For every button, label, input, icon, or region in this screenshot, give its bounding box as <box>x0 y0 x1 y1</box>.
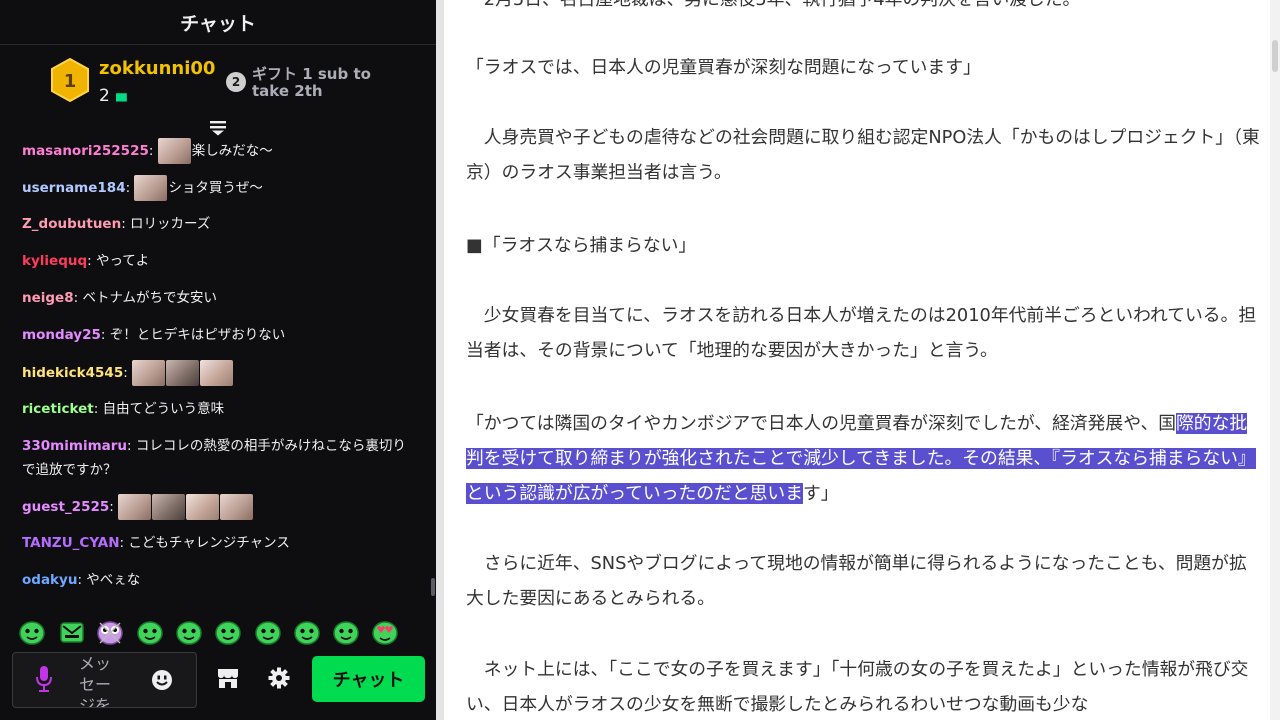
chat-username[interactable]: username184 <box>22 180 126 196</box>
chat-separator: : <box>93 401 103 417</box>
chat-separator: : <box>100 327 110 343</box>
chat-message: username184: ショタ買うぜ〜 <box>22 175 417 201</box>
article-scrollbar[interactable] <box>1270 0 1280 720</box>
chat-message-text: やべぇな <box>86 572 141 588</box>
chat-scrollbar[interactable] <box>431 578 435 596</box>
chat-username[interactable]: hidekick4545 <box>22 365 123 381</box>
chat-emote-image[interactable] <box>152 494 186 520</box>
chat-username[interactable]: guest_2525 <box>22 499 109 515</box>
chat-separator: : <box>109 499 119 515</box>
chat-panel: チャット 1 zokkunni00 2 2 ギフト 1 sub to take … <box>0 0 436 720</box>
chat-username[interactable]: riceticket <box>22 401 94 417</box>
chat-message-text: 楽しみだな〜 <box>191 143 273 159</box>
emote-ghost-icon[interactable] <box>18 618 46 646</box>
article-subheading: ■「ラオスなら捕まらない」 <box>466 235 697 256</box>
chat-message: neige8: ベトナムがちで女安い <box>22 286 417 310</box>
chat-message: odakyu: やべぇな <box>22 568 417 592</box>
chat-emote-image[interactable] <box>132 360 166 386</box>
leader-second-text[interactable]: ギフト 1 sub to take 2th <box>252 66 402 100</box>
chat-message: hidekick4545: <box>22 360 417 386</box>
chat-message-text: ロリッカーズ <box>130 216 211 232</box>
chat-username[interactable]: Z_doubutuen <box>22 216 121 232</box>
panel-divider <box>436 0 444 720</box>
svg-text:1: 1 <box>64 71 77 92</box>
chat-username[interactable]: neige8 <box>22 290 74 306</box>
chat-separator: : <box>148 143 158 159</box>
rank-2-badge-icon: 2 <box>226 72 246 92</box>
leader-first-name[interactable]: zokkunni00 <box>99 58 215 79</box>
chat-message-text: こどもチャレンジチャンス <box>128 535 290 551</box>
chat-separator: : <box>123 365 133 381</box>
chat-emote-image[interactable] <box>200 360 234 386</box>
article-paragraph: 「ラオスでは、日本人の児童買春が深刻な問題になっています」 <box>466 57 981 78</box>
chat-username[interactable]: kyliequq <box>22 253 87 269</box>
emote-sad-icon[interactable] <box>293 618 321 646</box>
chat-emote-image[interactable] <box>166 360 200 386</box>
chat-message: TANZU_CYAN: こどもチャレンジチャンス <box>22 531 417 555</box>
store-icon[interactable] <box>216 666 240 690</box>
chat-emote-image[interactable] <box>157 138 191 164</box>
chat-separator: : <box>127 438 136 454</box>
article-paragraph: さらに近年、SNSやブログによって現地の情報が簡単に得られるようになったことも、… <box>466 553 1247 609</box>
chat-header: チャット <box>0 0 436 45</box>
chat-message-list: masanori252525: 楽しみだな〜 username184: ショタ買う… <box>0 134 436 604</box>
chat-username[interactable]: monday25 <box>22 327 101 343</box>
mic-icon[interactable] <box>35 665 53 693</box>
chat-username[interactable]: TANZU_CYAN <box>22 535 120 551</box>
rank-1-badge-icon: 1 <box>51 58 89 102</box>
chat-username[interactable]: masanori252525 <box>22 143 149 159</box>
send-chat-button[interactable]: チャット <box>312 656 425 702</box>
chat-message: masanori252525: 楽しみだな〜 <box>22 138 417 164</box>
chat-emote-image[interactable] <box>118 494 152 520</box>
emote-smile-icon[interactable] <box>136 618 164 646</box>
chat-message-text: ぞ！とヒデキはピザおりない <box>109 327 286 343</box>
emote-happy-icon[interactable] <box>254 618 282 646</box>
article-panel: 2月5日、名古屋地裁は、男に懲役5年、執行猶予4年の判決を言い渡した。 「ラオス… <box>444 0 1280 720</box>
leader-first-count: 2 <box>99 86 127 106</box>
emote-picker-icon[interactable] <box>151 669 173 691</box>
chat-separator: : <box>121 216 131 232</box>
chat-message: guest_2525: <box>22 494 417 520</box>
emote-mail-icon[interactable] <box>58 618 86 646</box>
emote-frog-icon[interactable] <box>96 618 124 646</box>
gift-icon <box>115 93 127 102</box>
chat-message: riceticket: 自由てどういう意味 <box>22 397 417 421</box>
chat-username[interactable]: 330mimimaru <box>22 438 127 454</box>
gift-count: 2 <box>99 86 110 106</box>
chat-separator: : <box>125 180 135 196</box>
chat-title: チャット <box>180 12 256 35</box>
article-scroll-thumb[interactable] <box>1272 40 1278 72</box>
article-paragraph: 2月5日、名古屋地裁は、男に懲役5年、執行猶予4年の判決を言い渡した。 <box>466 0 1262 17</box>
chat-emote-image[interactable] <box>186 494 220 520</box>
chat-message: 330mimimaru: コレコレの熱愛の相手がみけねこなら裏切りで追放ですか？ <box>22 434 417 482</box>
chat-message: monday25: ぞ！とヒデキはピザおりない <box>22 323 417 347</box>
chat-message: Z_doubutuen: ロリッカーズ <box>22 212 417 236</box>
chat-message-text: 自由てどういう意味 <box>102 401 225 417</box>
emote-grin-icon[interactable] <box>214 618 242 646</box>
article-paragraph-selected[interactable]: 「かつては隣国のタイやカンボジアで日本人の児童買春が深刻でしたが、経済発展や、国… <box>466 406 1262 511</box>
chat-separator: : <box>87 253 96 269</box>
chat-input[interactable]: メッセージを送信する <box>12 652 197 708</box>
chat-username[interactable]: odakyu <box>22 572 77 588</box>
gear-icon[interactable] <box>268 667 290 689</box>
emote-bar <box>14 618 424 648</box>
chat-message-text: ショタ買うぜ〜 <box>168 180 263 196</box>
chat-message-text: やってよ <box>95 253 150 269</box>
chat-emote-image[interactable] <box>220 494 254 520</box>
emote-wink-icon[interactable] <box>332 618 360 646</box>
article-paragraph: 人身売買や子どもの虐待などの社会問題に取り組む認定NPO法人「かものはしプロジェ… <box>466 127 1260 183</box>
article-paragraph: ネット上には、「ここで女の子を買えます」「十何歳の女の子を買えたよ」といった情報… <box>466 659 1249 715</box>
chat-separator: : <box>77 572 87 588</box>
chat-message-text: ベトナムがちで女安い <box>82 290 218 306</box>
chat-emote-image[interactable] <box>134 175 168 201</box>
emote-love-icon[interactable] <box>371 618 399 646</box>
chat-message: kyliequq: やってよ <box>22 249 417 273</box>
chat-input-placeholder: メッセージを送信する <box>79 654 112 707</box>
emote-robot-icon[interactable] <box>175 618 203 646</box>
article-paragraph: 少女買春を目当てに、ラオスを訪れる日本人が増えたのは2010年代前半ごろといわれ… <box>466 305 1257 361</box>
